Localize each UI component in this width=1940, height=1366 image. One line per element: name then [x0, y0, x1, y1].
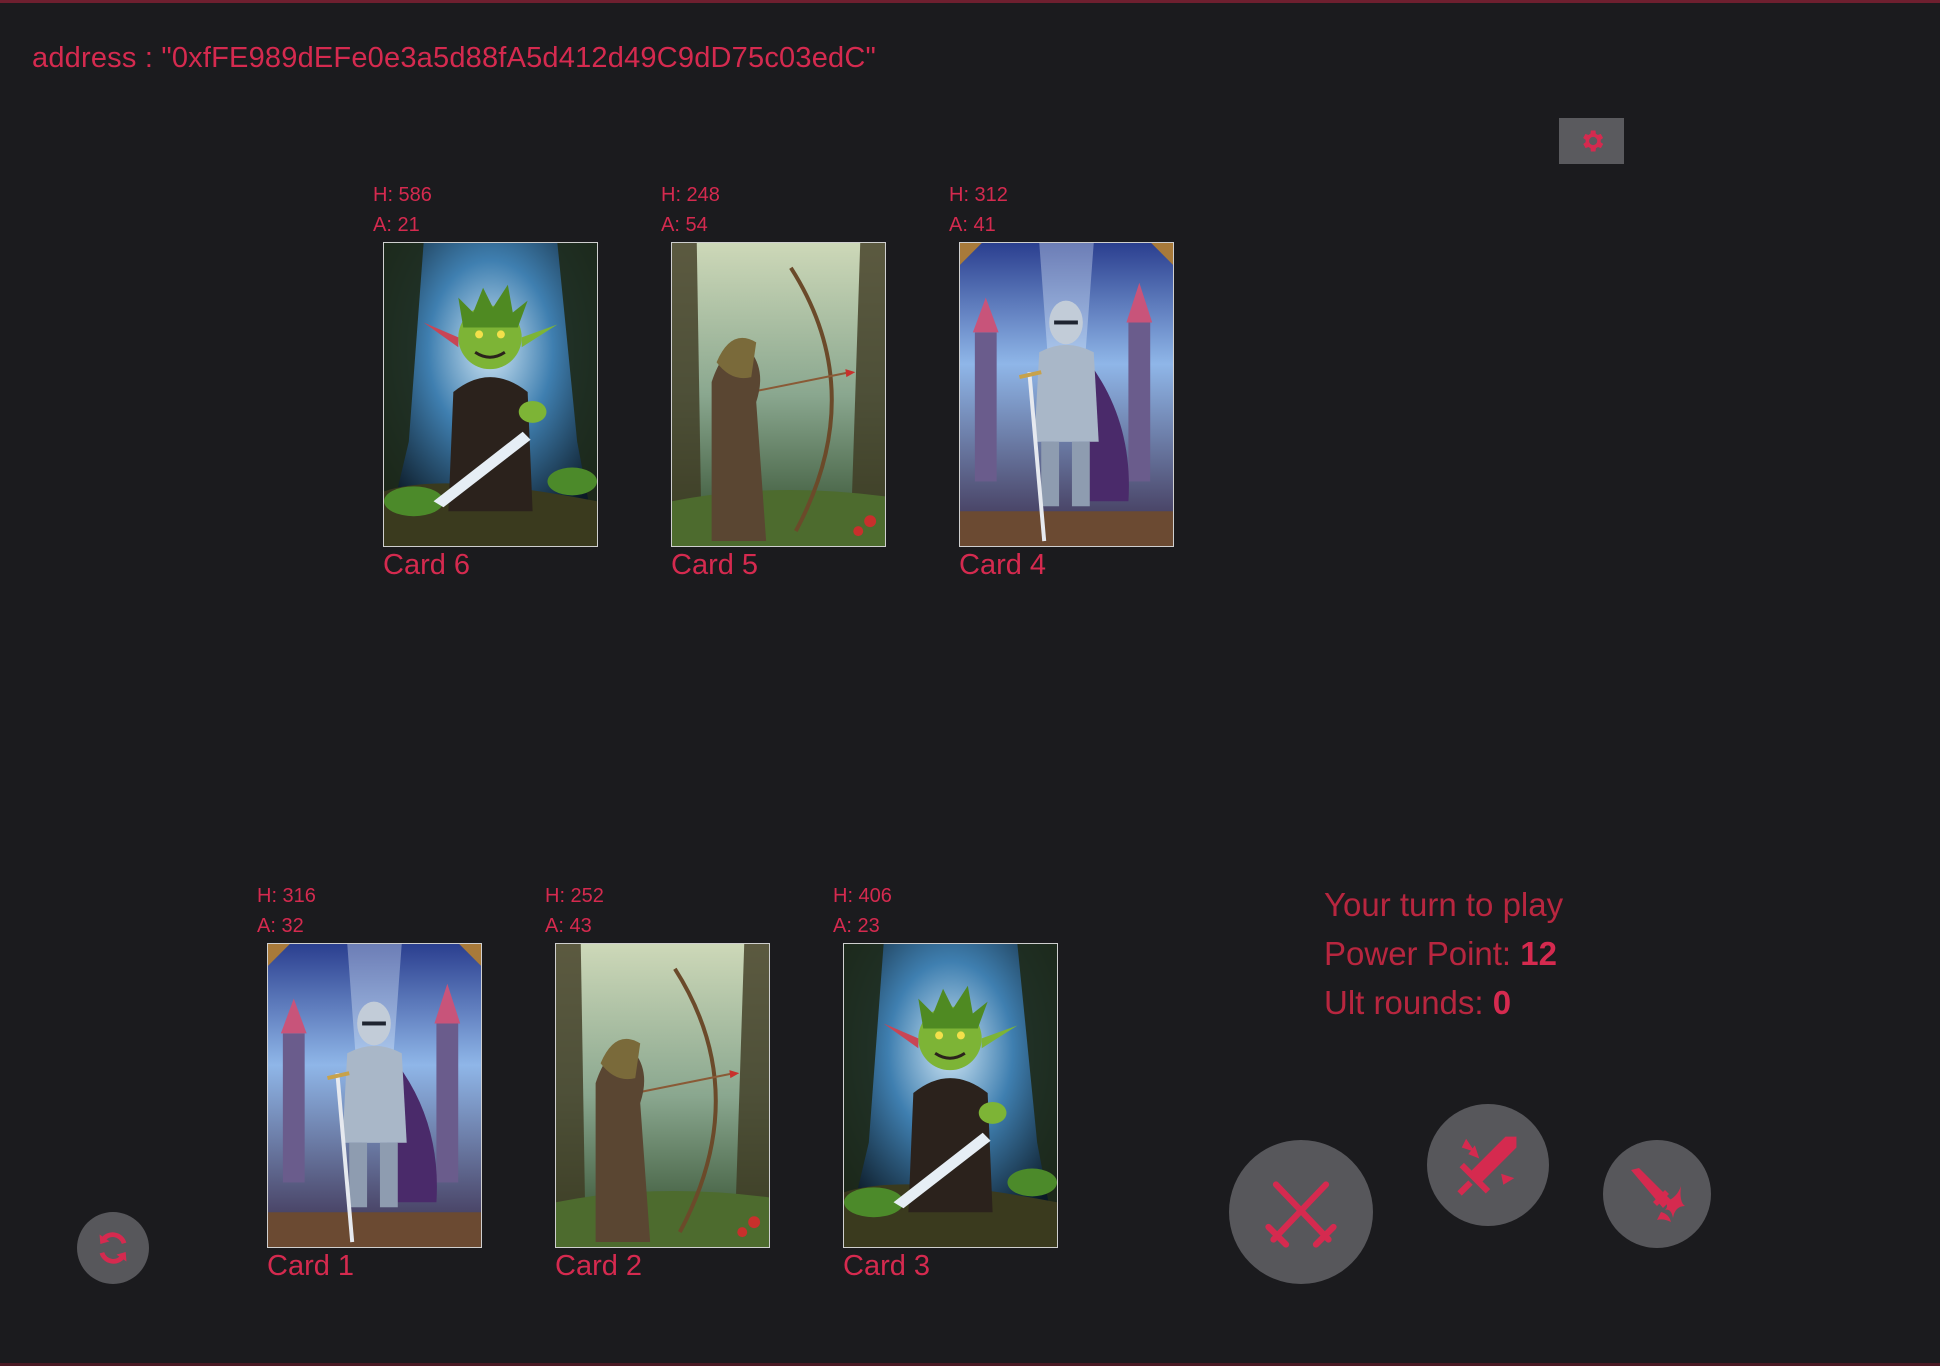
card-health: H: 406 — [833, 885, 892, 907]
sword-burst-icon — [1457, 1136, 1517, 1196]
ult-rounds: Ult rounds: 0 — [1324, 978, 1563, 1027]
card-name: Card 4 — [959, 549, 1047, 581]
card-attack: A: 43 — [545, 915, 592, 937]
card-image-knight[interactable] — [267, 943, 482, 1248]
card-attack: A: 21 — [373, 214, 420, 236]
settings-button[interactable] — [1559, 118, 1624, 164]
ultimate-button[interactable] — [1603, 1140, 1711, 1248]
card-image-archer[interactable] — [671, 242, 886, 547]
card-name: Card 6 — [383, 549, 471, 581]
power-points: Power Point: 12 — [1324, 929, 1563, 978]
power-points-label: Power Point: — [1324, 935, 1521, 972]
opponent-card-slot[interactable]: H: 312 A: 41 Card 4 — [949, 180, 1189, 582]
card-name: Card 1 — [267, 1250, 355, 1282]
card-attack: A: 23 — [833, 915, 880, 937]
special-attack-button[interactable] — [1427, 1104, 1549, 1226]
top-border — [0, 0, 1940, 3]
flaming-sword-icon — [1631, 1168, 1685, 1222]
card-health: H: 312 — [949, 184, 1008, 206]
card-health: H: 586 — [373, 184, 432, 206]
card-name: Card 2 — [555, 1250, 643, 1282]
card-image-archer[interactable] — [555, 943, 770, 1248]
card-image-goblin[interactable] — [843, 943, 1058, 1248]
card-attack: A: 41 — [949, 214, 996, 236]
card-image-goblin[interactable] — [383, 242, 598, 547]
wallet-address: address : "0xfFE989dEFe0e3a5d88fA5d412d4… — [32, 42, 876, 74]
player-card-slot[interactable]: H: 406 A: 23 Card 3 — [833, 881, 1073, 1283]
card-name: Card 5 — [671, 549, 759, 581]
card-health: H: 248 — [661, 184, 720, 206]
attack-button[interactable] — [1229, 1140, 1373, 1284]
turn-status-panel: Your turn to play Power Point: 12 Ult ro… — [1324, 880, 1563, 1027]
refresh-button[interactable] — [77, 1212, 149, 1284]
refresh-icon — [99, 1232, 127, 1264]
card-health: H: 316 — [257, 885, 316, 907]
power-points-value: 12 — [1520, 935, 1557, 972]
crossed-swords-icon — [1265, 1181, 1337, 1248]
player-card-slot[interactable]: H: 252 A: 43 Card 2 — [545, 881, 785, 1283]
card-image-knight[interactable] — [959, 242, 1174, 547]
player-card-slot[interactable]: H: 316 A: 32 Card 1 — [257, 881, 497, 1283]
card-health: H: 252 — [545, 885, 604, 907]
ult-rounds-label: Ult rounds: — [1324, 984, 1493, 1021]
card-attack: A: 32 — [257, 915, 304, 937]
opponent-card-slot[interactable]: H: 586 A: 21 Card 6 — [373, 180, 613, 582]
turn-indicator: Your turn to play — [1324, 886, 1564, 923]
ult-rounds-value: 0 — [1492, 984, 1512, 1021]
gear-icon — [1582, 130, 1603, 152]
card-name: Card 3 — [843, 1250, 931, 1282]
opponent-card-slot[interactable]: H: 248 A: 54 Card 5 — [661, 180, 901, 582]
card-attack: A: 54 — [661, 214, 708, 236]
